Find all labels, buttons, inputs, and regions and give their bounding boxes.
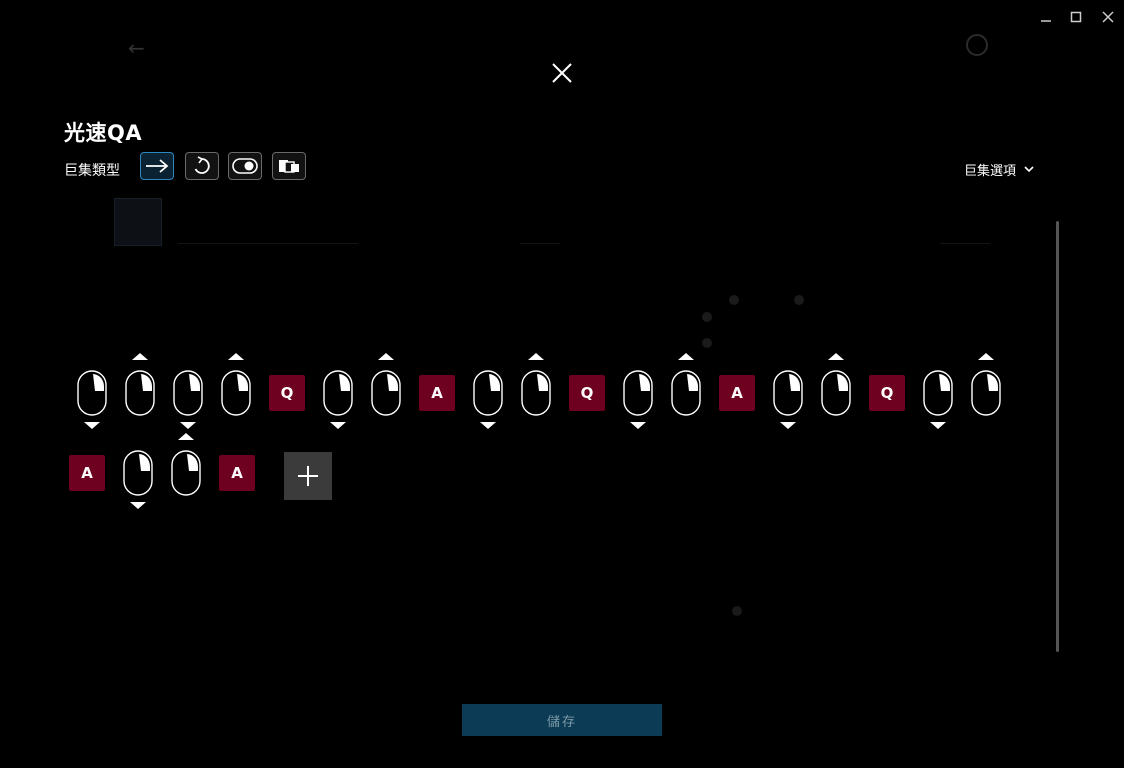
arrow-down-icon <box>330 422 346 429</box>
key-a-step[interactable]: A <box>719 375 755 411</box>
key-a-step[interactable]: A <box>69 455 105 491</box>
macro-title: 光速QA <box>64 121 143 145</box>
macro-type-standard-button[interactable] <box>140 152 174 180</box>
background-dot <box>702 312 712 322</box>
arrow-up-icon <box>178 433 194 440</box>
maximize-icon[interactable] <box>1065 6 1087 28</box>
key-a-step[interactable]: A <box>219 455 255 491</box>
mouse-icon[interactable] <box>923 370 953 416</box>
scrollbar[interactable] <box>1056 221 1059 652</box>
arrow-up-icon <box>132 353 148 360</box>
mouse-icon[interactable] <box>521 370 551 416</box>
background-dot <box>729 295 739 305</box>
key-q-step[interactable]: Q <box>569 375 605 411</box>
background-back-arrow-icon: ← <box>128 36 145 60</box>
arrow-down-icon <box>630 422 646 429</box>
add-step-button[interactable] <box>284 452 332 500</box>
arrow-down-icon <box>180 422 196 429</box>
key-q-step[interactable]: Q <box>269 375 305 411</box>
background-line <box>178 243 358 244</box>
background-gear-icon <box>966 34 988 56</box>
mouse-icon[interactable] <box>371 370 401 416</box>
arrow-up-icon <box>828 353 844 360</box>
background-dot <box>702 338 712 348</box>
save-button[interactable]: 儲存 <box>462 704 662 736</box>
background-panel <box>114 198 162 246</box>
macro-type-toggle-button[interactable] <box>228 152 262 180</box>
macro-options-label: 巨集選項 <box>964 164 1017 179</box>
key-a-step[interactable]: A <box>419 375 455 411</box>
mouse-icon[interactable] <box>221 370 251 416</box>
arrow-down-icon <box>930 422 946 429</box>
repeat-icon <box>194 156 210 174</box>
macro-type-sequence-button[interactable] <box>272 152 306 180</box>
toggle-icon <box>232 158 258 174</box>
mouse-icon[interactable] <box>821 370 851 416</box>
mouse-icon[interactable] <box>773 370 803 416</box>
key-q-step[interactable]: Q <box>869 375 905 411</box>
arrow-up-icon <box>528 353 544 360</box>
background-line <box>520 243 560 244</box>
mouse-icon[interactable] <box>323 370 353 416</box>
mouse-icon[interactable] <box>473 370 503 416</box>
mouse-icon[interactable] <box>173 370 203 416</box>
arrow-down-icon <box>780 422 796 429</box>
arrow-down-icon <box>84 422 100 429</box>
arrow-up-icon <box>678 353 694 360</box>
mouse-icon[interactable] <box>971 370 1001 416</box>
background-dot <box>732 606 742 616</box>
arrow-down-icon <box>480 422 496 429</box>
macro-options-dropdown[interactable]: 巨集選項 <box>964 160 1034 179</box>
mouse-icon[interactable] <box>171 450 201 496</box>
sequence-icon <box>279 160 299 173</box>
arrow-up-icon <box>978 353 994 360</box>
background-dot <box>794 295 804 305</box>
macro-type-repeat-button[interactable] <box>185 152 219 180</box>
macro-type-label: 巨集類型 <box>64 163 120 179</box>
arrow-down-icon <box>130 502 146 509</box>
mouse-icon[interactable] <box>623 370 653 416</box>
mouse-icon[interactable] <box>671 370 701 416</box>
mouse-icon[interactable] <box>77 370 107 416</box>
close-icon[interactable] <box>1097 6 1119 28</box>
chevron-down-icon <box>1024 166 1034 173</box>
plus-icon <box>298 466 318 486</box>
arrow-up-icon <box>228 353 244 360</box>
mouse-icon[interactable] <box>123 450 153 496</box>
mouse-icon[interactable] <box>125 370 155 416</box>
arrow-right-icon <box>146 159 169 173</box>
minimize-icon[interactable] <box>1035 6 1057 28</box>
modal-close-icon[interactable] <box>550 61 574 85</box>
arrow-up-icon <box>378 353 394 360</box>
background-line <box>940 243 990 244</box>
